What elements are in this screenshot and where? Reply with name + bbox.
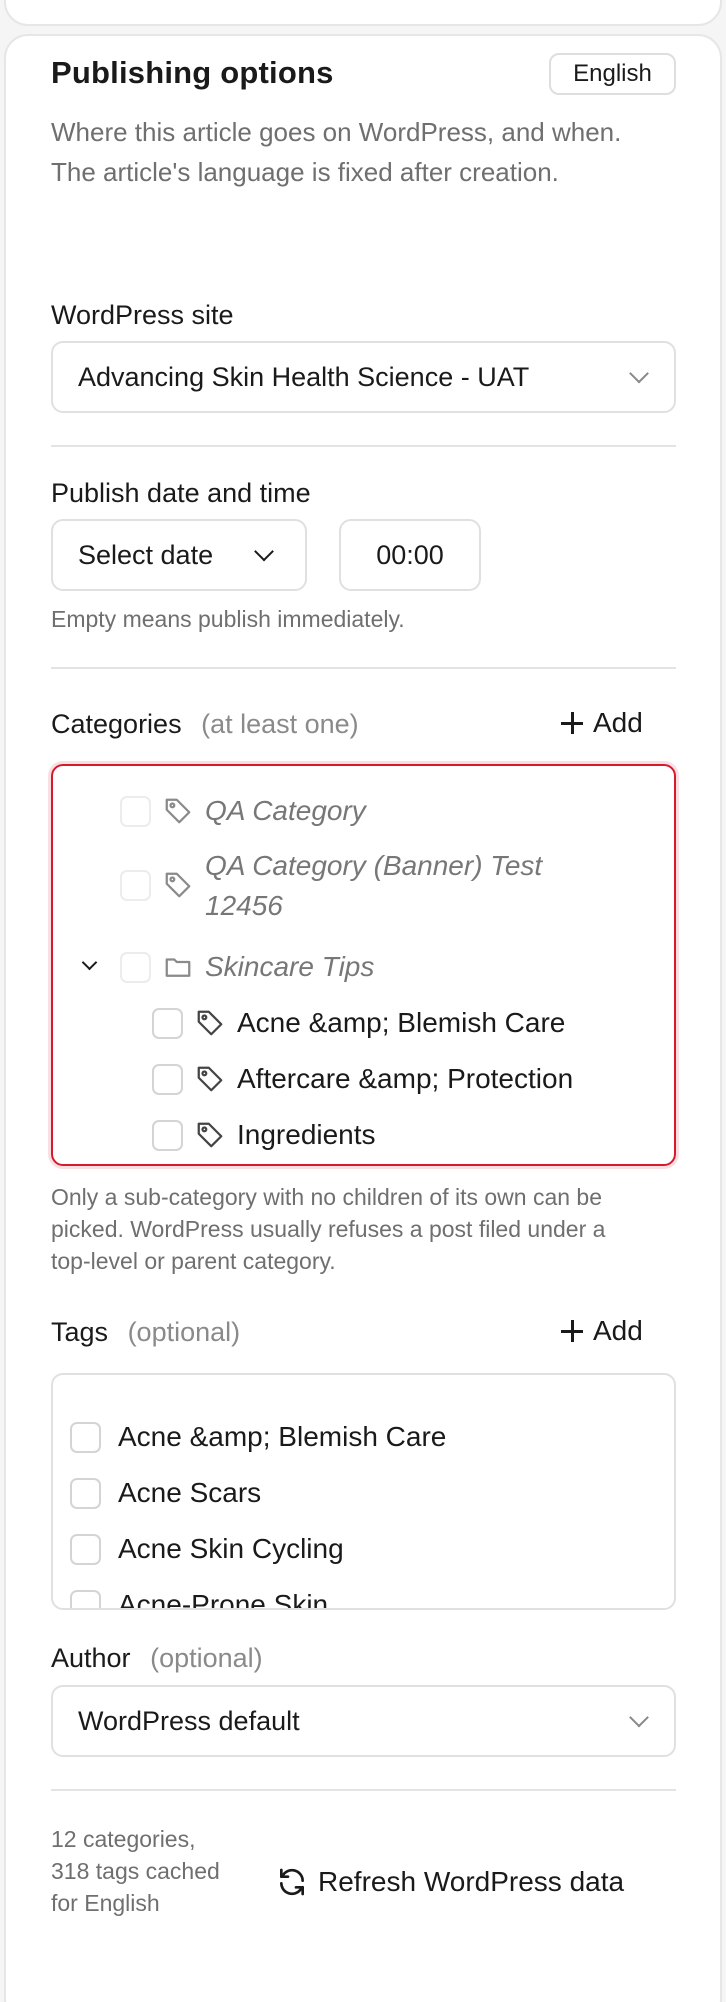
tag-checkbox[interactable]: [70, 1589, 101, 1608]
chevron-down-icon: [254, 541, 274, 562]
refresh-wordpress-data-button[interactable]: Refresh WordPress data: [276, 1866, 624, 1898]
category-checkbox: [120, 796, 151, 827]
section-description: Where this article goes on WordPress, an…: [51, 117, 622, 187]
author-qualifier: (optional): [150, 1643, 263, 1673]
category-label: QA Category: [205, 795, 366, 826]
publish-datetime-label: Publish date and time: [51, 478, 311, 508]
wordpress-site-label: WordPress site: [51, 300, 234, 330]
tags-list: Acne &amp; Blemish Care Acne Scars Acne …: [51, 1373, 676, 1610]
author-value: WordPress default: [78, 1705, 300, 1736]
tag-label: Acne Scars: [118, 1477, 262, 1508]
refresh-icon: [280, 1868, 304, 1896]
tag-icon: [195, 1120, 225, 1150]
author-label-text: Author: [51, 1643, 131, 1673]
category-label: Ingredients: [237, 1119, 376, 1150]
author-label: Author (optional): [51, 1643, 263, 1674]
add-tag-button[interactable]: Add: [561, 1315, 643, 1347]
categories-label: Categories (at least one): [51, 709, 359, 740]
category-item: Skincare Tips: [79, 947, 374, 987]
tag-item[interactable]: Acne Scars: [70, 1477, 261, 1509]
add-category-label: Add: [593, 707, 643, 738]
category-item: QA Category: [120, 791, 366, 831]
tag-checkbox[interactable]: [70, 1421, 101, 1453]
add-tag-label: Add: [593, 1315, 643, 1346]
categories-hint: Only a sub-category with no children of …: [51, 1184, 606, 1274]
tag-icon: [195, 1064, 225, 1094]
category-label: Aftercare &amp; Protection: [237, 1063, 574, 1094]
chevron-down-icon: [629, 363, 649, 384]
author-select[interactable]: WordPress default: [51, 1685, 676, 1757]
divider: [51, 1789, 676, 1791]
folder-icon: [163, 952, 193, 982]
category-checkbox: [120, 870, 151, 901]
categories-tree: QA Category QA Category (Banner) Test 12…: [51, 764, 676, 1166]
categories-qualifier: (at least one): [201, 709, 359, 739]
tag-checkbox[interactable]: [70, 1533, 101, 1565]
add-category-button[interactable]: Add: [561, 707, 643, 739]
category-item[interactable]: Aftercare &amp; Protection: [152, 1059, 573, 1099]
previous-card-edge: [4, 0, 722, 26]
tag-label: Acne-Prone Skin: [118, 1589, 329, 1610]
chevron-down-icon[interactable]: [79, 952, 101, 982]
tag-label: Acne Skin Cycling: [118, 1533, 344, 1564]
tag-icon: [163, 870, 193, 900]
publish-time-input[interactable]: 00:00: [339, 519, 481, 591]
category-label: QA Category (Banner) Test 12456: [205, 850, 543, 921]
tag-icon: [195, 1008, 225, 1038]
categories-label-text: Categories: [51, 709, 182, 739]
publish-date-select[interactable]: Select date: [51, 519, 307, 591]
tag-label: Acne &amp; Blemish Care: [118, 1421, 447, 1452]
plus-icon: [561, 712, 583, 734]
category-label: Acne &amp; Blemish Care: [237, 1007, 566, 1038]
category-checkbox[interactable]: [152, 1064, 183, 1095]
divider: [51, 445, 676, 447]
divider: [51, 667, 676, 669]
category-checkbox: [120, 952, 151, 983]
tag-checkbox[interactable]: [70, 1477, 101, 1509]
publish-time-hint: Empty means publish immediately.: [51, 606, 405, 632]
wordpress-site-value: Advancing Skin Health Science - UAT: [78, 361, 530, 392]
plus-icon: [561, 1320, 583, 1342]
tags-qualifier: (optional): [127, 1317, 241, 1347]
tag-item[interactable]: Acne Skin Cycling: [70, 1533, 344, 1565]
chevron-down-icon: [629, 1707, 649, 1728]
cache-status: 12 categories, 318 tags cached for Engli…: [51, 1826, 220, 1916]
section-title: Publishing options: [51, 55, 334, 90]
category-item[interactable]: Acne &amp; Blemish Care: [152, 1003, 565, 1043]
category-item[interactable]: Ingredients: [152, 1115, 376, 1155]
tags-label-text: Tags: [51, 1317, 109, 1347]
refresh-label: Refresh WordPress data: [318, 1866, 625, 1897]
wordpress-site-select[interactable]: Advancing Skin Health Science - UAT: [51, 341, 676, 413]
category-item: QA Category (Banner) Test 12456: [120, 846, 600, 926]
tag-icon: [163, 796, 193, 826]
tags-label: Tags (optional): [51, 1317, 240, 1348]
tag-item[interactable]: Acne-Prone Skin: [70, 1589, 329, 1610]
category-label: Skincare Tips: [205, 951, 375, 982]
publish-date-value: Select date: [78, 539, 214, 570]
language-badge: English: [549, 53, 676, 95]
category-checkbox[interactable]: [152, 1008, 183, 1039]
tag-item[interactable]: Acne &amp; Blemish Care: [70, 1421, 446, 1453]
publish-time-value: 00:00: [376, 539, 444, 570]
category-checkbox[interactable]: [152, 1120, 183, 1151]
